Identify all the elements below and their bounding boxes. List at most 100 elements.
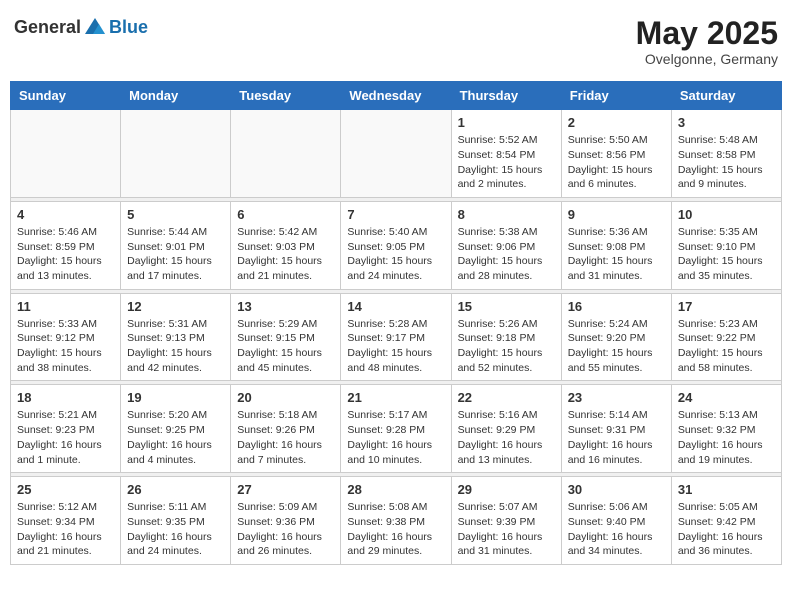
day-info: Sunrise: 5:11 AMSunset: 9:35 PMDaylight:… <box>127 500 224 559</box>
table-row: 14 Sunrise: 5:28 AMSunset: 9:17 PMDayligh… <box>341 293 451 381</box>
day-number: 1 <box>458 115 555 130</box>
day-info: Sunrise: 5:21 AMSunset: 9:23 PMDaylight:… <box>17 408 114 467</box>
day-info: Sunrise: 5:12 AMSunset: 9:34 PMDaylight:… <box>17 500 114 559</box>
day-info: Sunrise: 5:24 AMSunset: 9:20 PMDaylight:… <box>568 317 665 376</box>
day-number: 4 <box>17 207 114 222</box>
day-number: 22 <box>458 390 555 405</box>
day-number: 5 <box>127 207 224 222</box>
day-info: Sunrise: 5:46 AMSunset: 8:59 PMDaylight:… <box>17 225 114 284</box>
day-number: 19 <box>127 390 224 405</box>
table-row: 30 Sunrise: 5:06 AMSunset: 9:40 PMDayligh… <box>561 477 671 565</box>
table-row: 3Sunrise: 5:48 AMSunset: 8:58 PMDaylight… <box>671 110 781 198</box>
day-info: Sunrise: 5:52 AMSunset: 8:54 PMDaylight:… <box>458 133 555 192</box>
day-number: 21 <box>347 390 444 405</box>
week-row-4: 18Sunrise: 5:21 AMSunset: 9:23 PMDayligh… <box>11 385 782 473</box>
day-info: Sunrise: 5:33 AMSunset: 9:12 PMDaylight:… <box>17 317 114 376</box>
table-row: 8 Sunrise: 5:38 AMSunset: 9:06 PMDaylight… <box>451 201 561 289</box>
table-row: 29Sunrise: 5:07 AMSunset: 9:39 PMDayligh… <box>451 477 561 565</box>
location: Ovelgonne, Germany <box>636 51 778 67</box>
header-saturday: Saturday <box>671 82 781 110</box>
table-row: 23Sunrise: 5:14 AMSunset: 9:31 PMDayligh… <box>561 385 671 473</box>
logo: General Blue <box>14 16 148 38</box>
day-info: Sunrise: 5:09 AMSunset: 9:36 PMDaylight:… <box>237 500 334 559</box>
day-number: 15 <box>458 299 555 314</box>
week-row-3: 11 Sunrise: 5:33 AMSunset: 9:12 PMDayligh… <box>11 293 782 381</box>
table-row: 20 Sunrise: 5:18 AMSunset: 9:26 PMDayligh… <box>231 385 341 473</box>
logo-blue: Blue <box>109 17 148 38</box>
day-info: Sunrise: 5:50 AMSunset: 8:56 PMDaylight:… <box>568 133 665 192</box>
week-row-1: 1 Sunrise: 5:52 AMSunset: 8:54 PMDaylight… <box>11 110 782 198</box>
day-info: Sunrise: 5:42 AMSunset: 9:03 PMDaylight:… <box>237 225 334 284</box>
day-number: 30 <box>568 482 665 497</box>
header-wednesday: Wednesday <box>341 82 451 110</box>
day-number: 3 <box>678 115 775 130</box>
day-number: 11 <box>17 299 114 314</box>
table-row: 16 Sunrise: 5:24 AMSunset: 9:20 PMDayligh… <box>561 293 671 381</box>
day-number: 31 <box>678 482 775 497</box>
week-row-5: 25 Sunrise: 5:12 AMSunset: 9:34 PMDayligh… <box>11 477 782 565</box>
header-sunday: Sunday <box>11 82 121 110</box>
day-number: 7 <box>347 207 444 222</box>
table-row: 11 Sunrise: 5:33 AMSunset: 9:12 PMDayligh… <box>11 293 121 381</box>
table-row: 13Sunrise: 5:29 AMSunset: 9:15 PMDayligh… <box>231 293 341 381</box>
table-row: 4 Sunrise: 5:46 AMSunset: 8:59 PMDaylight… <box>11 201 121 289</box>
table-row: 27 Sunrise: 5:09 AMSunset: 9:36 PMDayligh… <box>231 477 341 565</box>
table-row: 21 Sunrise: 5:17 AMSunset: 9:28 PMDayligh… <box>341 385 451 473</box>
header-thursday: Thursday <box>451 82 561 110</box>
day-info: Sunrise: 5:06 AMSunset: 9:40 PMDaylight:… <box>568 500 665 559</box>
table-row: 26 Sunrise: 5:11 AMSunset: 9:35 PMDayligh… <box>121 477 231 565</box>
day-number: 8 <box>458 207 555 222</box>
day-number: 6 <box>237 207 334 222</box>
day-number: 12 <box>127 299 224 314</box>
day-number: 26 <box>127 482 224 497</box>
table-row: 25 Sunrise: 5:12 AMSunset: 9:34 PMDayligh… <box>11 477 121 565</box>
day-number: 27 <box>237 482 334 497</box>
day-info: Sunrise: 5:36 AMSunset: 9:08 PMDaylight:… <box>568 225 665 284</box>
day-number: 9 <box>568 207 665 222</box>
table-row: 18Sunrise: 5:21 AMSunset: 9:23 PMDayligh… <box>11 385 121 473</box>
day-number: 20 <box>237 390 334 405</box>
day-info: Sunrise: 5:28 AMSunset: 9:17 PMDaylight:… <box>347 317 444 376</box>
table-row: 1 Sunrise: 5:52 AMSunset: 8:54 PMDaylight… <box>451 110 561 198</box>
page-header: General Blue May 2025 Ovelgonne, Germany <box>10 10 782 73</box>
day-info: Sunrise: 5:38 AMSunset: 9:06 PMDaylight:… <box>458 225 555 284</box>
day-info: Sunrise: 5:13 AMSunset: 9:32 PMDaylight:… <box>678 408 775 467</box>
day-info: Sunrise: 5:17 AMSunset: 9:28 PMDaylight:… <box>347 408 444 467</box>
table-row: 7 Sunrise: 5:40 AMSunset: 9:05 PMDaylight… <box>341 201 451 289</box>
table-row: 12Sunrise: 5:31 AMSunset: 9:13 PMDayligh… <box>121 293 231 381</box>
logo-general: General <box>14 17 81 38</box>
day-info: Sunrise: 5:44 AMSunset: 9:01 PMDaylight:… <box>127 225 224 284</box>
day-info: Sunrise: 5:35 AMSunset: 9:10 PMDaylight:… <box>678 225 775 284</box>
day-number: 28 <box>347 482 444 497</box>
table-row <box>11 110 121 198</box>
table-row <box>231 110 341 198</box>
table-row <box>121 110 231 198</box>
header-tuesday: Tuesday <box>231 82 341 110</box>
weekday-header-row: Sunday Monday Tuesday Wednesday Thursday… <box>11 82 782 110</box>
header-friday: Friday <box>561 82 671 110</box>
week-row-2: 4 Sunrise: 5:46 AMSunset: 8:59 PMDaylight… <box>11 201 782 289</box>
table-row: 24 Sunrise: 5:13 AMSunset: 9:32 PMDayligh… <box>671 385 781 473</box>
logo-icon <box>83 16 107 38</box>
day-number: 24 <box>678 390 775 405</box>
day-info: Sunrise: 5:05 AMSunset: 9:42 PMDaylight:… <box>678 500 775 559</box>
day-number: 25 <box>17 482 114 497</box>
day-info: Sunrise: 5:20 AMSunset: 9:25 PMDaylight:… <box>127 408 224 467</box>
day-number: 23 <box>568 390 665 405</box>
day-number: 10 <box>678 207 775 222</box>
calendar-table: Sunday Monday Tuesday Wednesday Thursday… <box>10 81 782 565</box>
day-number: 17 <box>678 299 775 314</box>
day-info: Sunrise: 5:26 AMSunset: 9:18 PMDaylight:… <box>458 317 555 376</box>
title-area: May 2025 Ovelgonne, Germany <box>636 16 778 67</box>
month-title: May 2025 <box>636 16 778 51</box>
day-number: 14 <box>347 299 444 314</box>
day-info: Sunrise: 5:40 AMSunset: 9:05 PMDaylight:… <box>347 225 444 284</box>
day-number: 29 <box>458 482 555 497</box>
day-info: Sunrise: 5:18 AMSunset: 9:26 PMDaylight:… <box>237 408 334 467</box>
day-number: 16 <box>568 299 665 314</box>
table-row: 15 Sunrise: 5:26 AMSunset: 9:18 PMDayligh… <box>451 293 561 381</box>
table-row: 2Sunrise: 5:50 AMSunset: 8:56 PMDaylight… <box>561 110 671 198</box>
table-row <box>341 110 451 198</box>
table-row: 28Sunrise: 5:08 AMSunset: 9:38 PMDayligh… <box>341 477 451 565</box>
header-monday: Monday <box>121 82 231 110</box>
